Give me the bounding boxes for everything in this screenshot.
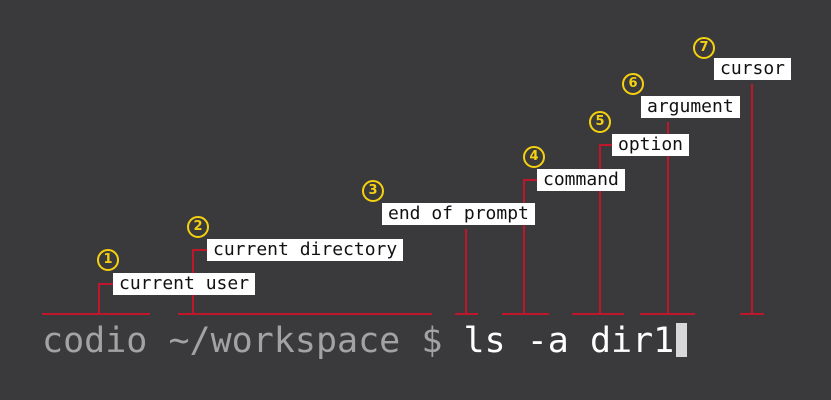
prompt-command: ls (463, 321, 506, 361)
label-option: option (612, 134, 690, 156)
number-badge-1: 1 (97, 249, 119, 271)
label-cursor: cursor (714, 58, 792, 80)
prompt-end-symbol: $ (421, 321, 443, 361)
leader-current-user (98, 283, 113, 313)
leader-command (523, 179, 537, 313)
label-command: command (537, 169, 625, 191)
label-current-user: current user (113, 273, 256, 295)
prompt-argument: dir1 (589, 321, 675, 361)
label-end-of-prompt: end of prompt (382, 203, 535, 225)
prompt-user: codio (42, 321, 148, 361)
label-current-directory: current directory (207, 239, 404, 261)
terminal-prompt-diagram: 1 current user 2 current directory 3 end… (0, 0, 831, 400)
number-badge-5: 5 (589, 111, 611, 133)
number-badge-3: 3 (362, 180, 384, 202)
number-badge-7: 7 (693, 37, 715, 59)
terminal-cursor (676, 323, 688, 357)
number-badge-2: 2 (187, 216, 209, 238)
number-badge-4: 4 (523, 146, 545, 168)
terminal-prompt-line: codio ~/workspace $ ls -a dir1 (42, 318, 688, 364)
number-badge-6: 6 (622, 73, 644, 95)
prompt-directory: ~/workspace (168, 321, 401, 361)
label-argument: argument (641, 96, 740, 118)
prompt-option: -a (526, 321, 569, 361)
